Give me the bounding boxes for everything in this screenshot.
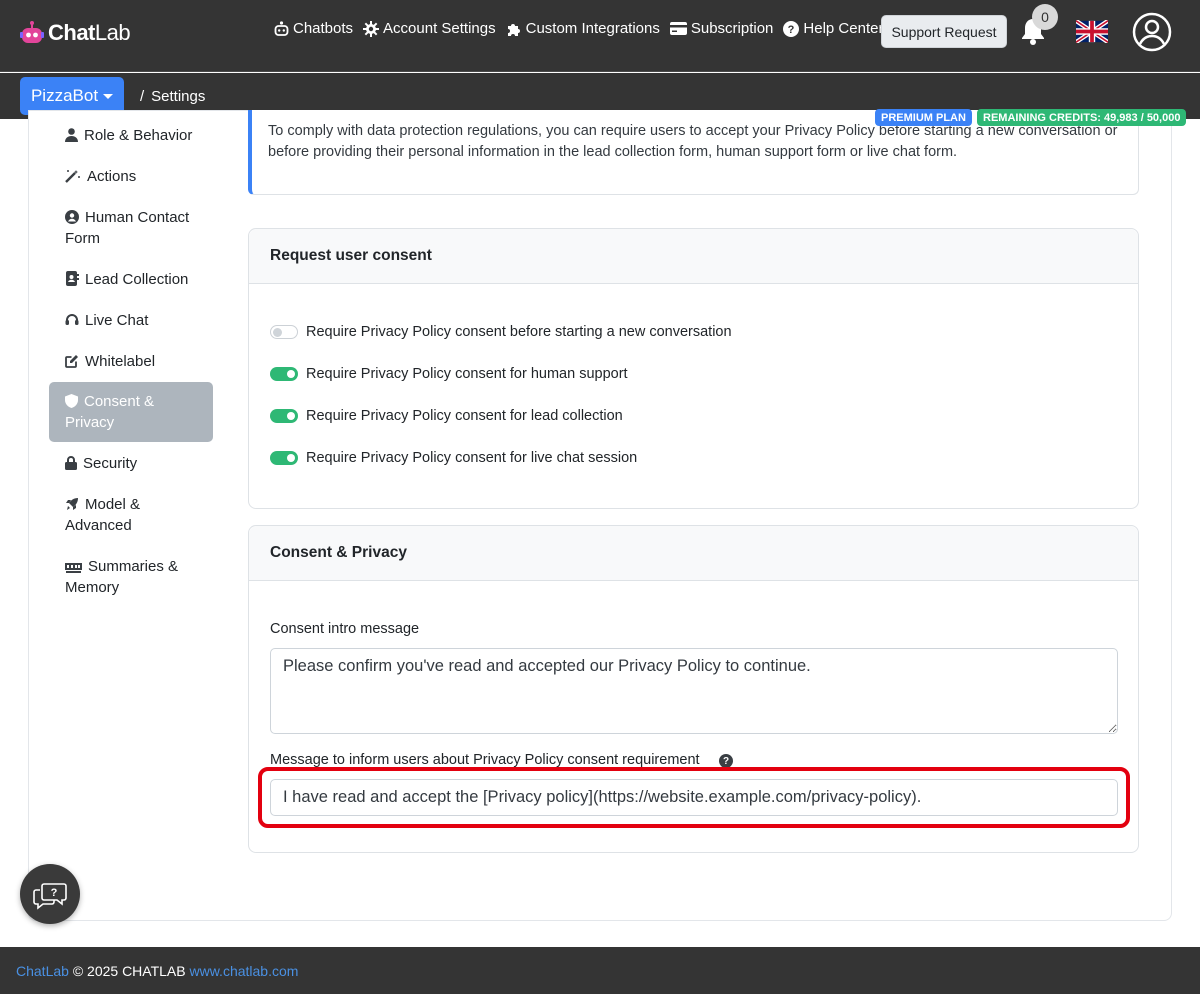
headset-icon <box>65 314 79 325</box>
memory-icon <box>65 563 82 573</box>
gear-icon <box>363 20 380 37</box>
toggle-label: Require Privacy Policy consent for lead … <box>306 408 623 424</box>
caret-down-icon <box>103 93 114 99</box>
requirement-message-input[interactable] <box>270 779 1118 816</box>
privacy-info-text: To comply with data protection regulatio… <box>268 123 1118 160</box>
consent-privacy-card: Consent & Privacy Consent intro message … <box>248 525 1139 853</box>
user-avatar-icon[interactable] <box>1132 12 1172 52</box>
footer-brand-link[interactable]: ChatLab <box>16 963 69 979</box>
nav-chatbots-label: Chatbots <box>293 20 354 37</box>
chatlab-logo[interactable]: ChatLab <box>20 18 131 48</box>
rocket-icon <box>66 498 78 510</box>
sidebar-item-summaries-memory[interactable]: Summaries & Memory <box>49 556 213 598</box>
intro-message-label: Consent intro message <box>270 621 420 637</box>
notification-count-badge: 0 <box>1032 4 1058 30</box>
toggle-row-human-support[interactable]: Require Privacy Policy consent for human… <box>270 366 628 382</box>
address-book-icon <box>66 271 79 286</box>
lock-icon <box>65 456 77 470</box>
requirement-message-label: Message to inform users about Privacy Po… <box>270 752 700 768</box>
nav-account-settings[interactable]: Account Settings <box>363 20 496 37</box>
consent-human-support-toggle[interactable] <box>270 367 298 381</box>
sidebar-item-live-chat[interactable]: Live Chat <box>49 310 213 331</box>
sidebar-item-actions[interactable]: Actions <box>49 166 213 187</box>
main-nav: Chatbots Account Settings Custom Integra… <box>274 20 893 37</box>
question-circle-icon[interactable]: ? <box>719 754 733 768</box>
footer-copyright: © 2025 CHATLAB <box>68 962 190 979</box>
nav-help-center-label: Help Center <box>803 20 884 37</box>
nav-chatbots[interactable]: Chatbots <box>274 20 353 37</box>
consent-privacy-title: Consent & Privacy <box>249 526 1138 581</box>
sidebar-item-human-contact-form[interactable]: Human Contact Form <box>49 207 213 249</box>
request-consent-card: Request user consent Require Privacy Pol… <box>248 228 1139 509</box>
puzzle-icon <box>507 23 520 36</box>
toggle-row-new-conversation[interactable]: Require Privacy Policy consent before st… <box>270 324 732 340</box>
request-consent-title: Request user consent <box>249 229 1138 284</box>
toggle-row-lead-collection[interactable]: Require Privacy Policy consent for lead … <box>270 408 623 424</box>
chat-help-icon: ? <box>33 883 67 910</box>
robot-icon <box>274 20 289 36</box>
question-circle-icon: ? <box>783 20 800 37</box>
sidebar-item-security[interactable]: Security <box>49 453 213 474</box>
intro-message-textarea[interactable] <box>270 648 1118 734</box>
user-circle-icon <box>65 210 79 224</box>
consent-lead-collection-toggle[interactable] <box>270 409 298 423</box>
sidebar-item-role-behavior[interactable]: Role & Behavior <box>49 125 213 146</box>
breadcrumb-current: Settings <box>151 88 206 105</box>
svg-text:?: ? <box>788 24 795 36</box>
top-navbar: ChatLab Chatbots Account Settings Custom… <box>0 0 1200 72</box>
breadcrumb: / Settings <box>140 88 206 105</box>
brand-name: ChatLab <box>48 20 131 45</box>
plan-badge: PREMIUM PLAN <box>875 109 972 126</box>
footer-website-link[interactable]: www.chatlab.com <box>190 963 299 979</box>
nav-custom-integrations-label: Custom Integrations <box>525 20 660 37</box>
robot-logo-icon <box>20 21 44 43</box>
page-footer: ChatLab © 2025 CHATLAB www.chatlab.com <box>0 947 1200 994</box>
sidebar-item-consent-privacy[interactable]: Consent & Privacy <box>49 382 213 442</box>
magic-wand-icon <box>65 170 80 183</box>
chat-widget-button[interactable]: ? <box>20 864 80 924</box>
sidebar-item-whitelabel[interactable]: Whitelabel <box>49 351 213 372</box>
bot-name: PizzaBot <box>30 86 99 105</box>
nav-subscription-label: Subscription <box>690 20 774 37</box>
support-request-button[interactable]: Support Request <box>881 15 1007 48</box>
nav-subscription[interactable]: Subscription <box>669 20 774 37</box>
uk-flag-icon[interactable] <box>1076 20 1108 43</box>
consent-live-chat-toggle[interactable] <box>270 451 298 465</box>
toggle-row-live-chat[interactable]: Require Privacy Policy consent for live … <box>270 450 637 466</box>
sidebar-item-model-advanced[interactable]: Model & Advanced <box>49 494 213 536</box>
toggle-label: Require Privacy Policy consent before st… <box>306 324 732 340</box>
credits-badge: REMAINING CREDITS: 49,983 / 50,000 <box>977 109 1187 126</box>
sidebar-item-lead-collection[interactable]: Lead Collection <box>49 269 213 290</box>
consent-new-conversation-toggle[interactable] <box>270 325 298 339</box>
toggle-label: Require Privacy Policy consent for human… <box>306 366 628 382</box>
toggle-label: Require Privacy Policy consent for live … <box>306 450 638 466</box>
person-icon <box>65 128 78 142</box>
shield-icon <box>65 394 78 408</box>
svg-text:?: ? <box>51 887 58 899</box>
nav-help-center[interactable]: ? Help Center <box>783 20 883 37</box>
credit-card-icon <box>669 22 687 35</box>
edit-icon <box>65 355 78 368</box>
nav-custom-integrations[interactable]: Custom Integrations <box>506 20 660 37</box>
nav-account-settings-label: Account Settings <box>383 20 496 37</box>
